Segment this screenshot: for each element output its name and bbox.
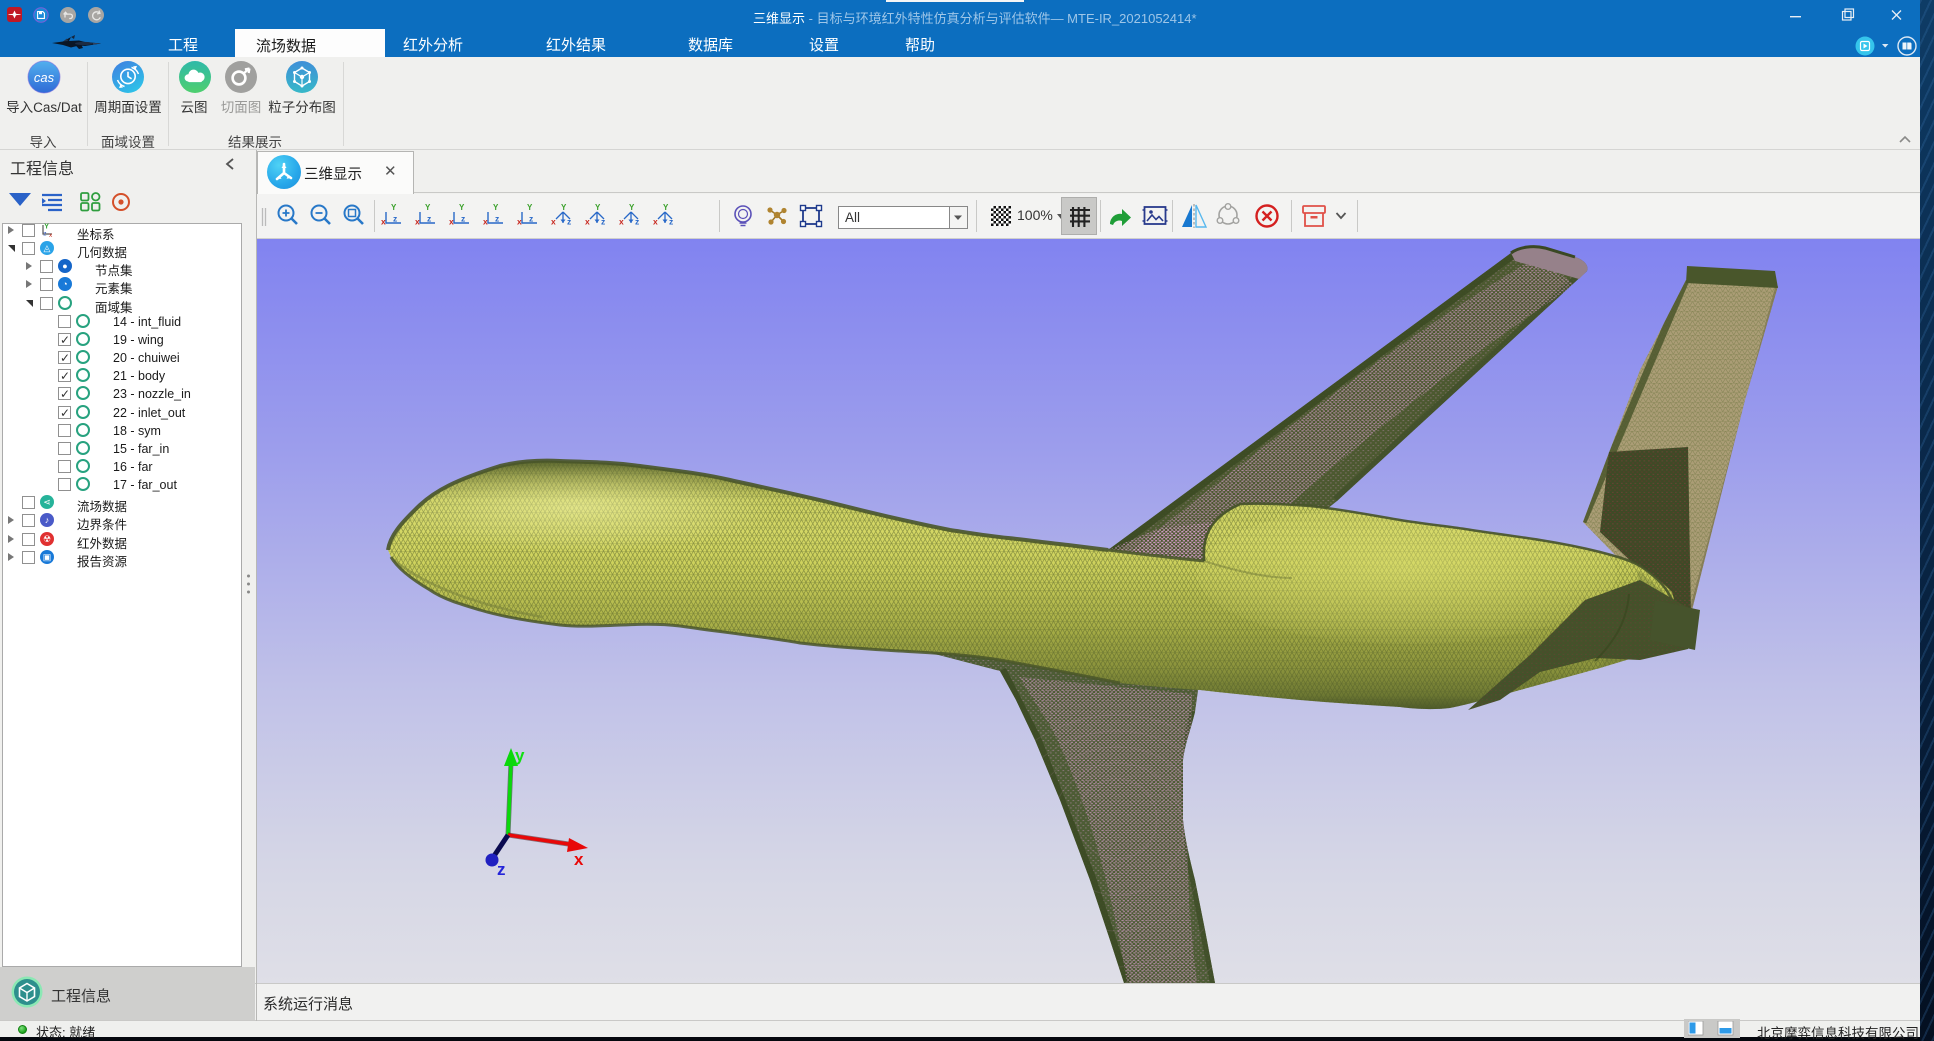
svg-text:x: x [49,232,53,238]
svg-text:Y: Y [629,203,635,212]
svg-text:z: z [427,214,431,224]
svg-text:Y: Y [527,203,533,212]
svg-text:Y: Y [595,203,601,212]
svg-text:Y: Y [44,224,49,231]
svg-text:y: y [515,746,525,765]
svg-text:Y: Y [493,203,499,212]
svg-text:Y: Y [391,203,397,212]
svg-text:z: z [497,860,506,879]
svg-text:x: x [483,217,488,227]
svg-text:z: z [495,214,499,224]
svg-text:z: z [461,214,465,224]
svg-text:Y: Y [425,203,431,212]
svg-text:Y: Y [459,203,465,212]
svg-text:x: x [517,217,522,227]
svg-text:x: x [551,217,556,227]
svg-text:x: x [415,217,420,227]
svg-text:cas: cas [34,70,55,85]
svg-text:x: x [585,217,590,227]
svg-text:x: x [449,217,454,227]
svg-text:Y: Y [561,203,567,212]
svg-text:z: z [669,217,673,227]
svg-text:x: x [381,217,386,227]
svg-text:z: z [635,217,639,227]
svg-text:z: z [601,217,605,227]
svg-text:x: x [653,217,658,227]
svg-text:z: z [43,231,46,238]
svg-text:x: x [574,850,584,869]
svg-text:Y: Y [663,203,669,212]
svg-text:z: z [393,214,397,224]
svg-text:z: z [529,214,533,224]
svg-text:z: z [567,217,571,227]
svg-text:x: x [619,217,624,227]
